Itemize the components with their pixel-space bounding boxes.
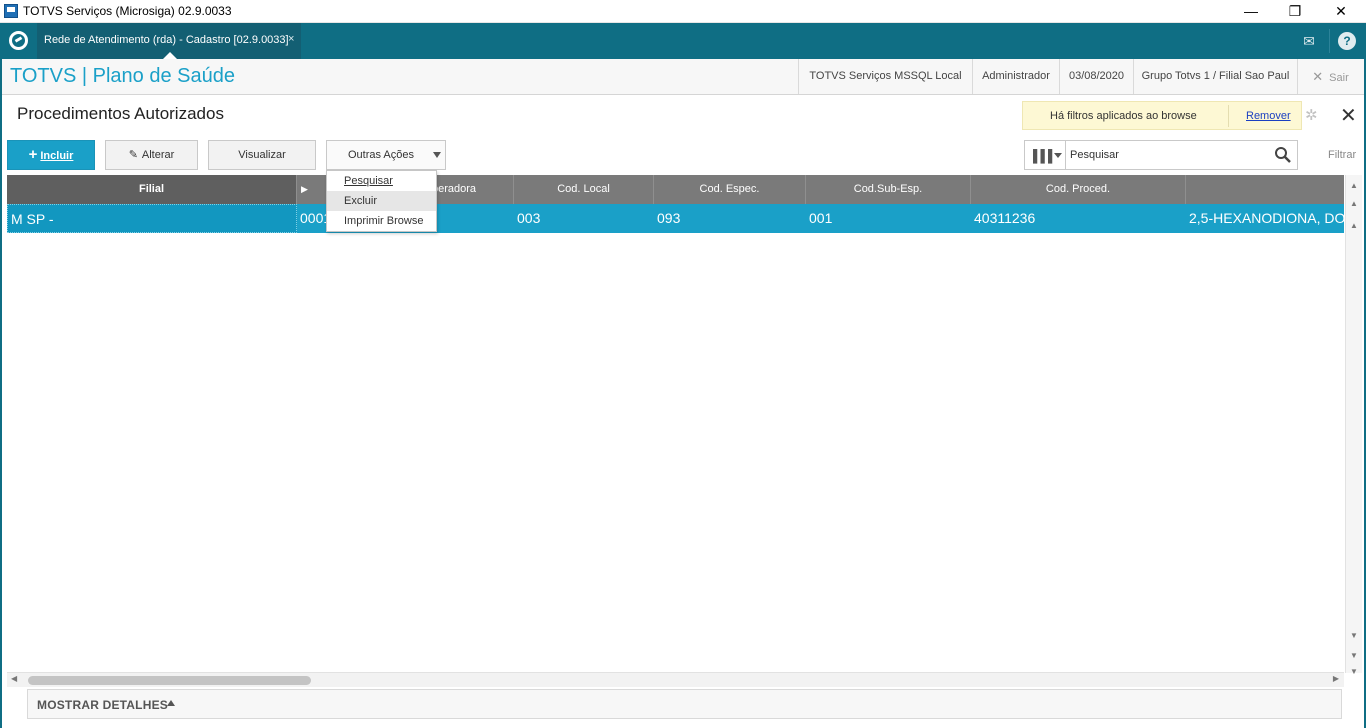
app-tabbar: Rede de Atendimento (rda) - Cadastro [02… bbox=[0, 23, 1366, 59]
module-header: TOTVS | Plano de Saúde TOTVS Serviços MS… bbox=[0, 59, 1366, 95]
view-button[interactable]: Visualizar bbox=[208, 140, 316, 170]
column-header-cod-local[interactable]: Cod. Local bbox=[514, 175, 654, 204]
cell-filial: M SP - bbox=[7, 204, 297, 233]
edit-label: Alterar bbox=[141, 149, 175, 161]
show-details-label: MOSTRAR DETALHES bbox=[37, 698, 168, 712]
exit-icon: ✕ bbox=[1312, 69, 1324, 84]
plus-icon: + bbox=[28, 146, 38, 163]
exit-button[interactable]: ✕ Sair bbox=[1297, 59, 1363, 94]
column-header-cod-proced[interactable]: Cod. Proced. bbox=[971, 175, 1186, 204]
search-icon[interactable] bbox=[1274, 146, 1292, 164]
restore-button[interactable]: ❐ bbox=[1272, 0, 1318, 23]
window-border-left bbox=[0, 23, 2, 728]
other-actions-button[interactable]: Outras Ações bbox=[326, 140, 446, 170]
scroll-page-up-icon[interactable]: ▲ bbox=[1346, 197, 1362, 211]
cell-cod-proced: 40311236 bbox=[974, 210, 1036, 226]
window-titlebar: TOTVS Serviços (Microsiga) 02.9.0033 — ❐… bbox=[0, 0, 1366, 23]
module-title: TOTVS | Plano de Saúde bbox=[10, 65, 235, 87]
columns-icon: ▌▌▌ bbox=[1033, 149, 1056, 163]
column-header-filial[interactable]: Filial bbox=[7, 175, 297, 204]
include-button[interactable]: + Incluir bbox=[7, 140, 95, 170]
cell-cod-local: 003 bbox=[517, 210, 541, 226]
other-actions-label: Outras Ações bbox=[347, 149, 415, 161]
scroll-page-down-icon[interactable]: ▼ bbox=[1346, 649, 1362, 663]
grid-header: Filial ▶ Operadora Cod. Local Cod. Espec… bbox=[7, 175, 1344, 204]
edit-button[interactable]: ✎ Alterar bbox=[105, 140, 198, 170]
horizontal-scrollbar[interactable]: ◀ ▶ bbox=[7, 672, 1344, 687]
table-row[interactable]: M SP - 0001 003 093 001 40311236 2,5-HEX… bbox=[7, 204, 1344, 233]
chevron-down-icon bbox=[433, 152, 441, 158]
vertical-scrollbar[interactable]: ▲ ▲ ▲ ▼ ▼ ▼ bbox=[1345, 175, 1362, 676]
cell-cod-espec: 093 bbox=[657, 210, 681, 226]
pencil-icon: ✎ bbox=[128, 149, 138, 161]
tab-close-icon[interactable]: × bbox=[288, 33, 294, 45]
include-label: Incluir bbox=[40, 150, 74, 162]
menu-item-pesquisar[interactable]: Pesquisar bbox=[327, 171, 436, 191]
other-actions-menu: Pesquisar Excluir Imprimir Browse bbox=[326, 170, 437, 232]
filter-notice-divider bbox=[1228, 105, 1229, 127]
remove-filter-link[interactable]: Remover bbox=[1246, 110, 1291, 122]
filter-notice: Há filtros aplicados ao browse Remover bbox=[1022, 101, 1302, 130]
tab-pointer bbox=[163, 52, 177, 59]
filter-notice-text: Há filtros aplicados ao browse bbox=[1050, 110, 1197, 122]
exit-label: Sair bbox=[1329, 72, 1349, 84]
page-title: Procedimentos Autorizados bbox=[17, 104, 224, 123]
chevron-up-icon bbox=[167, 700, 175, 706]
minimize-button[interactable]: — bbox=[1228, 0, 1274, 23]
scroll-left-icon[interactable]: ◀ bbox=[11, 674, 17, 683]
window-title: TOTVS Serviços (Microsiga) 02.9.0033 bbox=[23, 4, 232, 18]
menu-item-imprimir-browse[interactable]: Imprimir Browse bbox=[327, 211, 436, 231]
chevron-down-icon bbox=[1054, 153, 1062, 158]
column-header-cod-sub-esp[interactable]: Cod.Sub-Esp. bbox=[806, 175, 971, 204]
column-header-descricao[interactable] bbox=[1186, 175, 1344, 204]
mail-icon[interactable]: ✉ bbox=[1300, 32, 1318, 50]
date-label: 03/08/2020 bbox=[1059, 59, 1133, 94]
sort-arrow-icon: ▶ bbox=[301, 184, 308, 194]
app-icon bbox=[4, 4, 18, 18]
user-label: Administrador bbox=[972, 59, 1059, 94]
scroll-bottom-icon[interactable]: ▼ bbox=[1346, 665, 1362, 679]
scroll-down-icon[interactable]: ▼ bbox=[1346, 629, 1362, 643]
close-icon[interactable]: ✕ bbox=[1340, 103, 1357, 128]
totvs-logo-icon[interactable] bbox=[9, 31, 28, 50]
tabbar-divider bbox=[1329, 29, 1330, 53]
tab-label: Rede de Atendimento (rda) - Cadastro [02… bbox=[44, 34, 289, 46]
view-label: Visualizar bbox=[238, 149, 286, 161]
horizontal-scroll-thumb[interactable] bbox=[28, 676, 311, 685]
search-input[interactable]: Pesquisar bbox=[1070, 141, 1119, 169]
company-label: Grupo Totvs 1 / Filial Sao Paul bbox=[1133, 59, 1297, 94]
menu-item-excluir[interactable]: Excluir bbox=[327, 191, 436, 211]
scroll-up-icon[interactable]: ▲ bbox=[1346, 219, 1362, 233]
search-box: ▌▌▌ Pesquisar bbox=[1024, 140, 1298, 170]
column-header-cod-espec[interactable]: Cod. Espec. bbox=[654, 175, 806, 204]
scroll-top-icon[interactable]: ▲ bbox=[1346, 179, 1362, 193]
window-close-button[interactable]: ✕ bbox=[1318, 0, 1364, 23]
environment-label: TOTVS Serviços MSSQL Local bbox=[798, 59, 972, 94]
filter-button[interactable]: Filtrar bbox=[1328, 149, 1356, 161]
help-icon[interactable]: ? bbox=[1338, 32, 1356, 50]
cell-cod-sub-esp: 001 bbox=[809, 210, 833, 226]
cell-descricao: 2,5-HEXANODIONA, DOSAGEM NA URINA bbox=[1189, 210, 1344, 226]
show-details-bar[interactable]: MOSTRAR DETALHES bbox=[27, 689, 1342, 719]
scroll-right-icon[interactable]: ▶ bbox=[1333, 674, 1339, 683]
gear-icon[interactable]: ✲ bbox=[1305, 106, 1318, 124]
column-selector[interactable]: ▌▌▌ bbox=[1025, 141, 1066, 169]
